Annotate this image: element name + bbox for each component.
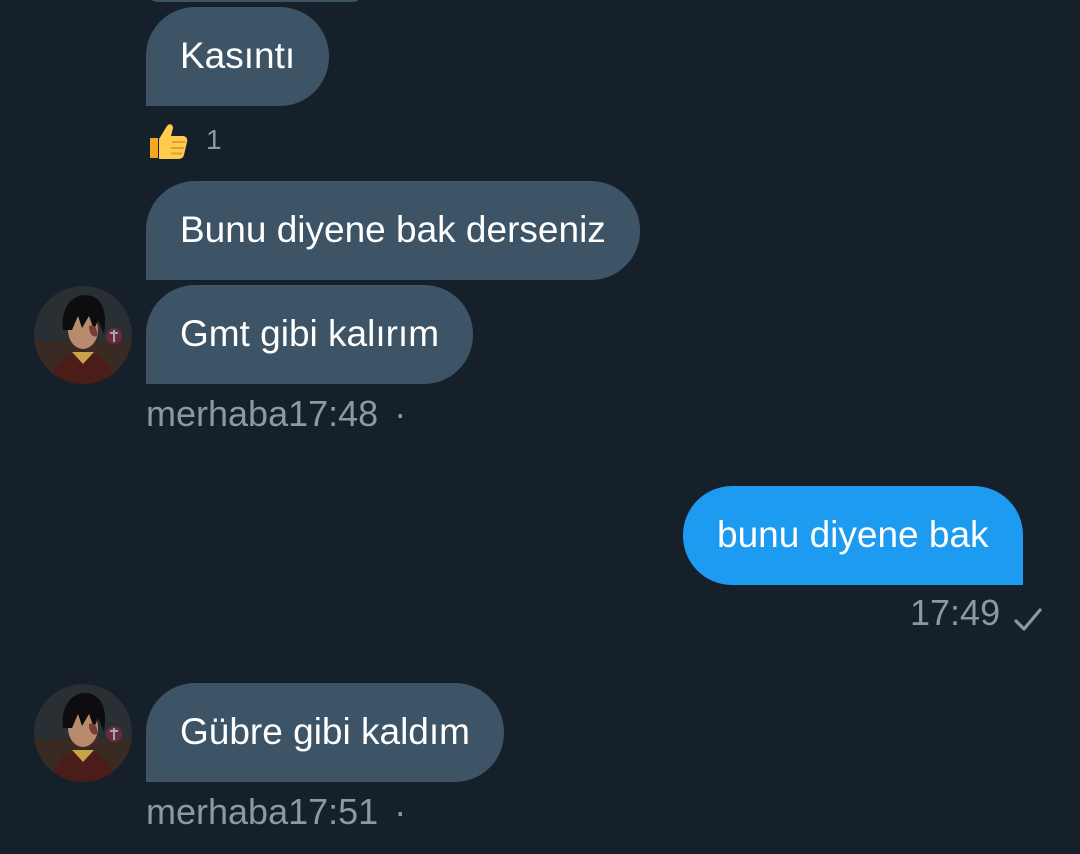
message-text: Bunu diyene bak derseniz [180, 209, 606, 250]
reaction-count: 1 [206, 124, 222, 155]
message-bubble-incoming[interactable]: Gmt gibi kalırım [146, 285, 474, 384]
previous-bubble-fragment [146, 0, 364, 2]
message-meta: 17:49 [910, 593, 1000, 633]
message-meta: merhaba17:51 · [146, 792, 406, 832]
message-text: Kasıntı [180, 35, 296, 76]
message-time: 17:48 [288, 393, 379, 434]
message-bubble-incoming[interactable]: Gübre gibi kaldım [146, 683, 504, 782]
message-text: bunu diyene bak [717, 514, 989, 555]
check-icon [1014, 608, 1042, 631]
message-text: Gmt gibi kalırım [180, 313, 440, 354]
meta-separator: · [394, 791, 407, 832]
message-text: Gübre gibi kaldım [180, 711, 470, 752]
meta-separator: · [394, 393, 407, 434]
sender-name: merhaba [146, 791, 289, 832]
avatar-image [34, 286, 132, 384]
message-reaction[interactable]: 1 [146, 118, 222, 162]
avatar-image [34, 684, 132, 782]
message-bubble-outgoing[interactable]: bunu diyene bak [683, 486, 1023, 585]
dm-conversation: Kasıntı 1 Bunu diyene bak derseniz Gmt g… [0, 0, 1080, 854]
sender-name: merhaba [146, 393, 289, 434]
message-time: 17:51 [288, 791, 379, 832]
message-bubble-incoming[interactable]: Kasıntı [146, 7, 330, 106]
message-bubble-incoming[interactable]: Bunu diyene bak derseniz [146, 181, 640, 280]
sender-avatar[interactable] [34, 286, 132, 384]
thumbs-up-icon [150, 124, 188, 159]
message-time: 17:49 [910, 592, 1001, 633]
message-meta: merhaba17:48 · [146, 394, 406, 434]
sender-avatar[interactable] [34, 684, 132, 782]
